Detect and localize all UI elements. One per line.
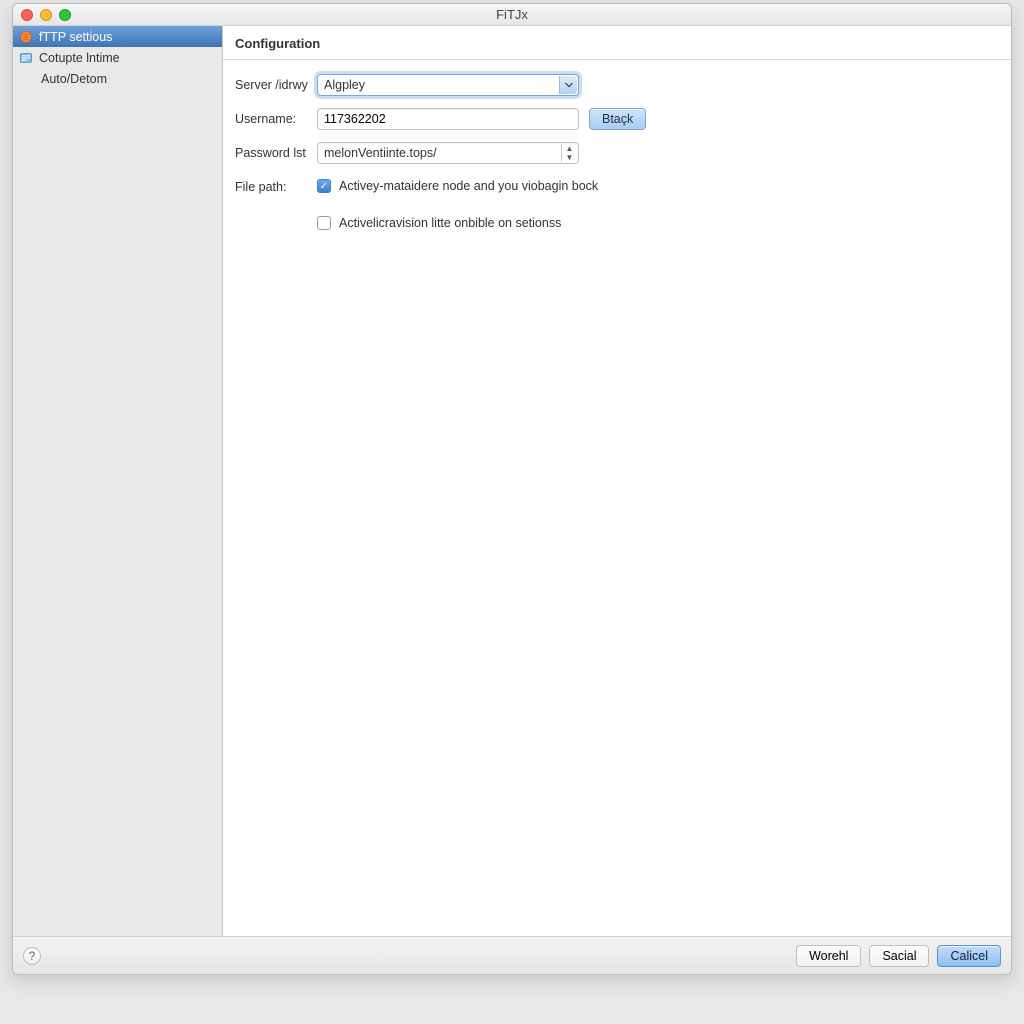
password-label: Password lst bbox=[235, 142, 311, 160]
stepper-icon[interactable]: ▲▼ bbox=[561, 144, 577, 162]
password-value: melonVentiinte.tops/ bbox=[324, 146, 437, 160]
app-window: FiTJx fTTP settious Cotupte lntime Auto/… bbox=[12, 3, 1012, 975]
cancel-button[interactable]: Calicel bbox=[937, 945, 1001, 967]
sidebar-item-cotupte[interactable]: Cotupte lntime bbox=[13, 47, 222, 68]
filepath-label: File path: bbox=[235, 176, 311, 194]
sidebar-item-label: Auto/Detom bbox=[41, 72, 107, 86]
sidebar-item-label: Cotupte lntime bbox=[39, 51, 120, 65]
checkbox-2-label: Activelicravision litte onbible on setio… bbox=[339, 215, 561, 232]
row-username: Username: Btaçk bbox=[235, 108, 999, 130]
help-icon[interactable]: ? bbox=[23, 947, 41, 965]
chevron-down-icon[interactable] bbox=[559, 76, 577, 94]
titlebar: FiTJx bbox=[13, 4, 1011, 26]
checkbox-1-label: Activey-mataidere node and you viobagin … bbox=[339, 178, 598, 195]
sidebar: fTTP settious Cotupte lntime Auto/Detom bbox=[13, 26, 223, 936]
woreh-button[interactable]: Worehl bbox=[796, 945, 861, 967]
password-list[interactable]: melonVentiinte.tops/ ▲▼ bbox=[317, 142, 579, 164]
sacial-button[interactable]: Sacial bbox=[869, 945, 929, 967]
btack-button[interactable]: Btaçk bbox=[589, 108, 646, 130]
server-value: Algpley bbox=[324, 78, 365, 92]
sidebar-item-ftp-settings[interactable]: fTTP settious bbox=[13, 26, 222, 47]
config-form: Server /idrwy Algpley Username: bbox=[223, 60, 1011, 246]
checkbox-2[interactable] bbox=[317, 216, 331, 230]
folder-icon bbox=[19, 51, 33, 65]
checkbox-1[interactable]: ✓ bbox=[317, 179, 331, 193]
username-label: Username: bbox=[235, 108, 311, 126]
checks-column: ✓ Activey-mataidere node and you viobagi… bbox=[317, 176, 598, 232]
section-header: Configuration bbox=[223, 26, 1011, 60]
footer: ? Worehl Sacial Calicel bbox=[13, 936, 1011, 974]
window-body: fTTP settious Cotupte lntime Auto/Detom … bbox=[13, 26, 1011, 936]
globe-icon bbox=[19, 30, 33, 44]
row-server: Server /idrwy Algpley bbox=[235, 74, 999, 96]
content-pane: Configuration Server /idrwy Algpley bbox=[223, 26, 1011, 936]
checkbox-row-2[interactable]: Activelicravision litte onbible on setio… bbox=[317, 215, 598, 232]
checkbox-row-1[interactable]: ✓ Activey-mataidere node and you viobagi… bbox=[317, 178, 598, 195]
row-filepath: File path: ✓ Activey-mataidere node and … bbox=[235, 176, 999, 232]
server-combo[interactable]: Algpley bbox=[317, 74, 579, 96]
server-label: Server /idrwy bbox=[235, 74, 311, 92]
window-title: FiTJx bbox=[13, 7, 1011, 22]
sidebar-item-auto-detom[interactable]: Auto/Detom bbox=[13, 68, 222, 89]
sidebar-item-label: fTTP settious bbox=[39, 30, 112, 44]
row-password: Password lst melonVentiinte.tops/ ▲▼ bbox=[235, 142, 999, 164]
username-input[interactable] bbox=[317, 108, 579, 130]
